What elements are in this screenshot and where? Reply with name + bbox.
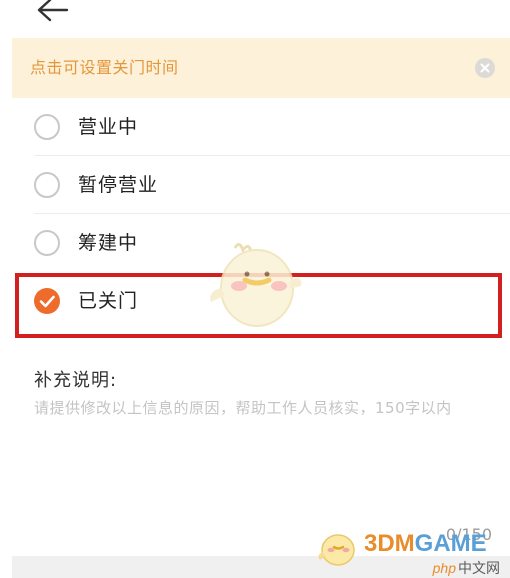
mascot-watermark-icon bbox=[205, 240, 305, 332]
status-option-paused[interactable]: 暂停营业 bbox=[0, 156, 510, 214]
radio-checked-icon[interactable] bbox=[34, 288, 60, 314]
note-textarea[interactable]: 请提供修改以上信息的原因，帮助工作人员核实，150字以内 bbox=[34, 396, 494, 526]
status-option-label: 营业中 bbox=[78, 116, 139, 138]
top-bar bbox=[0, 0, 510, 38]
arrow-left-icon[interactable] bbox=[34, 0, 70, 24]
radio-unchecked-icon[interactable] bbox=[34, 172, 60, 198]
status-option-label: 暂停营业 bbox=[78, 174, 159, 196]
note-title: 补充说明: bbox=[34, 370, 118, 391]
watermark-site: php 中文网 bbox=[432, 560, 500, 576]
radio-unchecked-icon[interactable] bbox=[34, 114, 60, 140]
close-time-banner[interactable]: 点击可设置关门时间 bbox=[12, 38, 510, 98]
banner-text: 点击可设置关门时间 bbox=[30, 58, 179, 77]
status-option-label: 筹建中 bbox=[78, 232, 139, 254]
radio-unchecked-icon[interactable] bbox=[34, 230, 60, 256]
status-option-label: 已关门 bbox=[78, 290, 139, 312]
close-circle-icon[interactable] bbox=[475, 58, 495, 78]
watermark-brand: 3DMGAME bbox=[364, 530, 487, 557]
status-option-open[interactable]: 营业中 bbox=[0, 98, 510, 156]
site-watermark: 3DMGAME php 中文网 bbox=[316, 524, 506, 576]
